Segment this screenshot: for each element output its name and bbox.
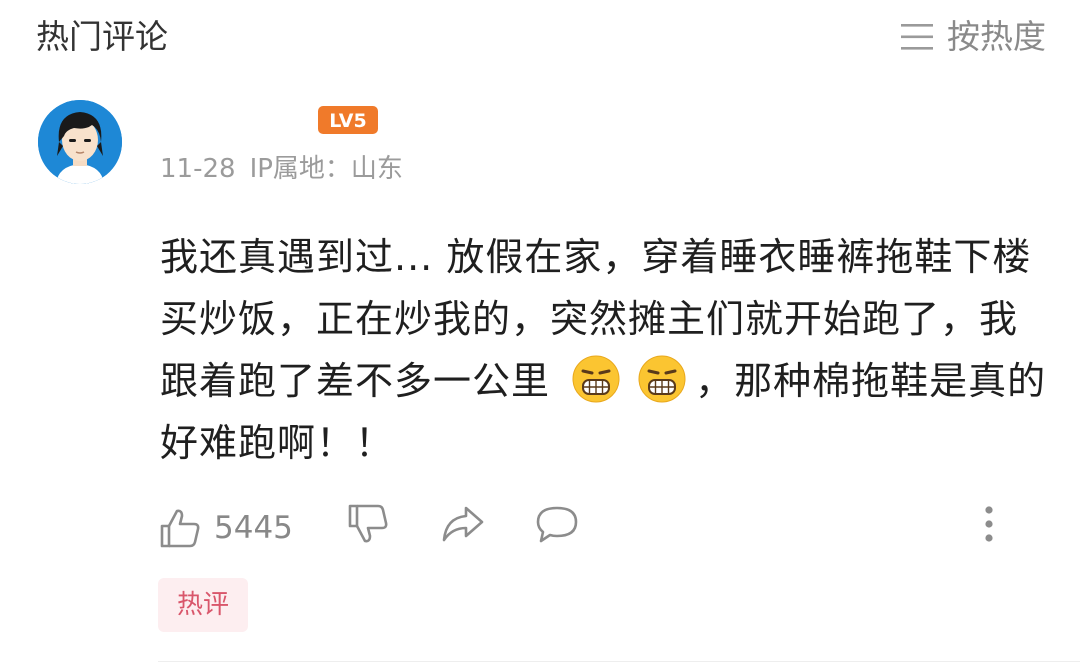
menu-lines-icon <box>901 24 933 50</box>
level-badge-text: LV5 <box>329 110 366 132</box>
grimace-emoji-icon <box>572 355 620 403</box>
level-badge: LV5 <box>318 106 378 134</box>
thumbs-down-icon <box>348 504 388 543</box>
reply-button[interactable] <box>534 502 580 546</box>
sort-by-hotness-button[interactable]: 按热度 <box>901 14 1046 60</box>
sort-label: 按热度 <box>947 17 1046 56</box>
more-options-button[interactable] <box>974 502 1004 546</box>
avatar[interactable] <box>38 100 122 184</box>
comment-meta: 11-28 IP属地：山东 <box>160 150 403 188</box>
grimace-emoji-icon <box>638 355 686 403</box>
thumbs-up-icon <box>160 509 200 548</box>
cartoon-avatar-icon <box>38 100 122 184</box>
like-count: 5445 <box>214 510 293 546</box>
hot-comment-tag: 热评 <box>158 578 248 632</box>
comment-bubble-icon <box>536 506 578 543</box>
comment-actions: 5445 <box>158 502 1028 554</box>
dislike-button[interactable] <box>346 502 390 546</box>
share-button[interactable] <box>440 502 486 546</box>
comments-header-title: 热门评论 <box>36 17 168 56</box>
comment-text: 我还真遇到过... 放假在家，穿着睡衣睡裤拖鞋下楼买炒饭，正在炒我的，突然摊主们… <box>160 226 1050 474</box>
like-button[interactable]: 5445 <box>158 502 293 554</box>
comment-date: 11-28 <box>160 154 236 184</box>
more-vertical-icon <box>985 506 993 542</box>
share-arrow-icon <box>442 506 484 542</box>
ip-location: IP属地：山东 <box>249 154 403 184</box>
